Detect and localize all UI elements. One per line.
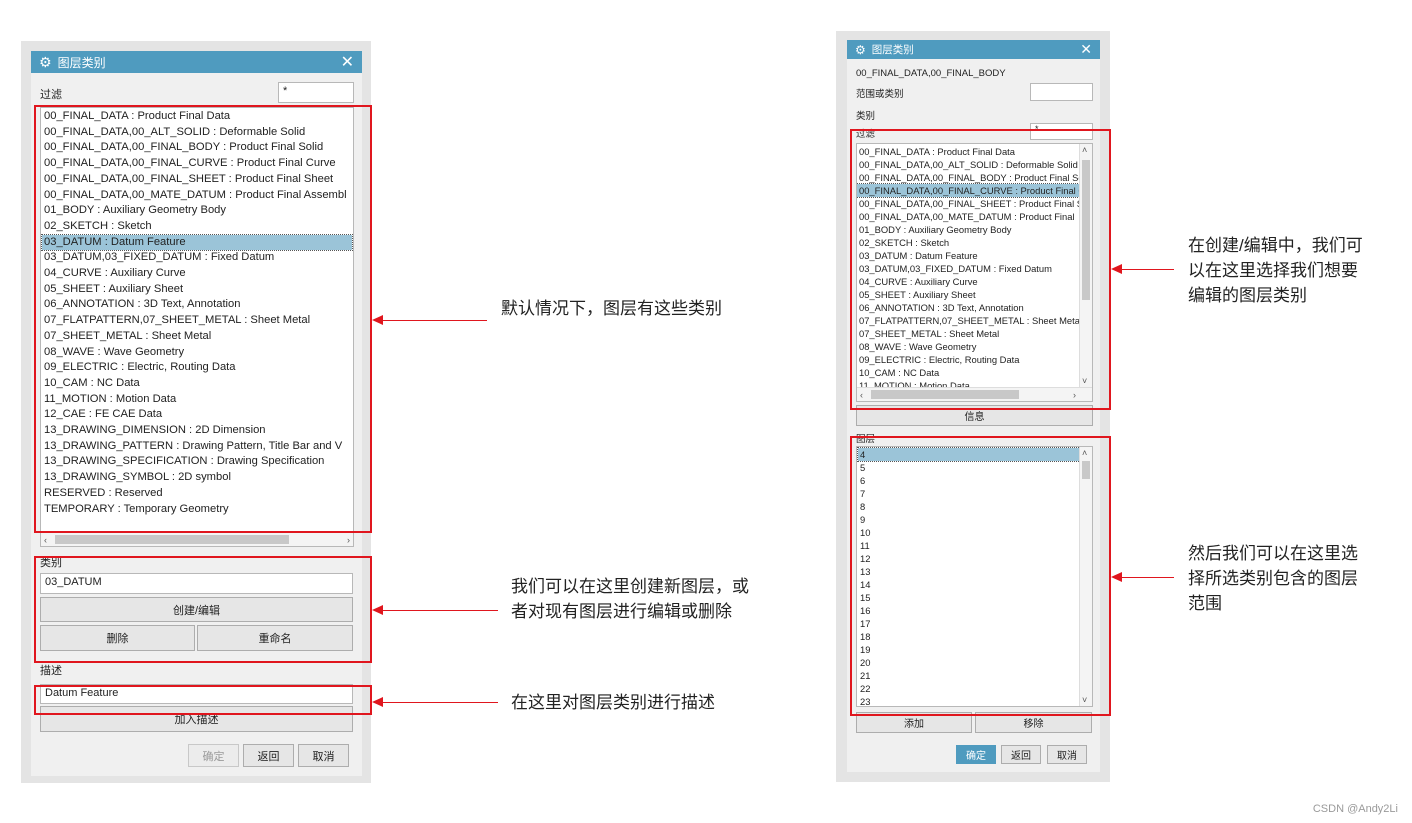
annotation-arrow-line-1 [382,320,487,321]
scrollbar-thumb[interactable] [55,535,289,544]
watermark: CSDN @Andy2Li [1312,803,1398,815]
category-section-label: 类别 [856,111,876,122]
close-icon[interactable]: ✕ [1080,41,1092,58]
close-icon[interactable]: ✕ [341,52,354,72]
filter-input[interactable]: * [278,82,354,103]
annotation-note-2: 我们可以在这里创建新图层，或者对现有图层进行编辑或删除 [511,577,749,621]
left-dialog-titlebar[interactable]: ⚙ 图层类别 ✕ [31,51,362,73]
annotation-arrow-line-2 [382,610,498,611]
annotation-note-4: 在创建/编辑中，我们可以在这里选择我们想要编辑的图层类别 [1188,236,1363,305]
gear-icon: ⚙ [855,42,866,57]
range-label: 范围或类别 [856,89,904,100]
ok-button[interactable]: 确定 [956,745,996,764]
range-input[interactable] [1030,83,1093,101]
filter-label: 过滤 [40,89,62,101]
right-dialog-titlebar[interactable]: ⚙ 图层类别 ✕ [847,40,1100,59]
description-label: 描述 [40,665,62,677]
gear-icon: ⚙ [39,53,52,70]
back-button[interactable]: 返回 [1001,745,1041,764]
ok-button[interactable]: 确定 [188,744,239,767]
right-dialog-title: 图层类别 [871,44,914,56]
annotation-note-5: 然后我们可以在这里选择所选类别包含的图层范围 [1188,544,1358,613]
back-button[interactable]: 返回 [243,744,294,767]
annotation-arrow-line-3 [382,702,498,703]
annotation-arrow-line-4 [1121,269,1174,270]
annotation-box-description [34,685,372,715]
cancel-button[interactable]: 取消 [1047,745,1087,764]
annotation-box-category-select [850,129,1111,410]
annotation-box-layer-range [850,436,1111,716]
annotation-note-3: 在这里对图层类别进行描述 [511,693,715,712]
annotation-note-1: 默认情况下，图层有这些类别 [501,299,722,318]
left-dialog-title: 图层类别 [57,55,106,70]
scroll-right-icon[interactable]: › [347,535,350,545]
annotation-box-category-list [34,105,372,533]
annotation-box-create-edit [34,556,372,663]
scroll-left-icon[interactable]: ‹ [44,535,47,545]
current-category-text: 00_FINAL_DATA,00_FINAL_BODY [856,68,1006,79]
annotation-arrow-line-5 [1121,577,1174,578]
cancel-button[interactable]: 取消 [298,744,349,767]
horizontal-scrollbar[interactable]: ‹ › [41,532,353,546]
